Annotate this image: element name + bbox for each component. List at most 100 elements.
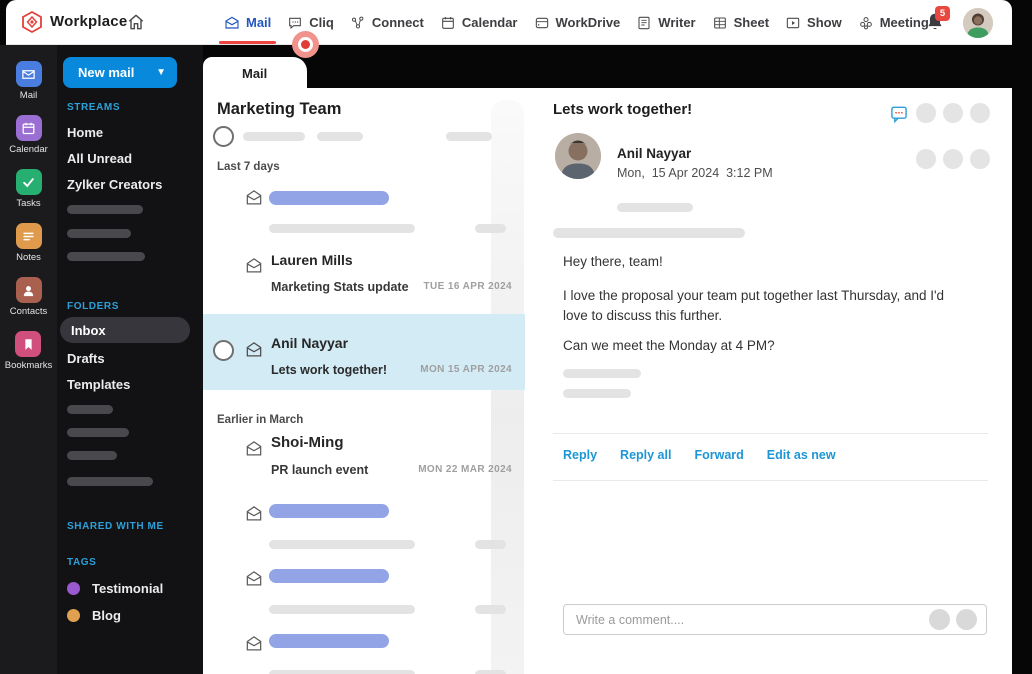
- skeleton-bar: [553, 228, 745, 238]
- toolbar-icon-placeholder[interactable]: [970, 103, 990, 123]
- cliq-icon: [289, 17, 302, 29]
- forward-link[interactable]: Forward: [694, 448, 743, 462]
- bookmarks-app-icon: [15, 331, 42, 357]
- email-datetime: Mon, 15 Apr 2024 3:12 PM: [617, 166, 773, 180]
- toolbar-icon-placeholder[interactable]: [943, 149, 963, 169]
- skeleton-bar: [563, 369, 641, 378]
- skeleton-bar: [67, 428, 129, 437]
- calendar-icon: [441, 16, 454, 29]
- sender-avatar: [555, 133, 601, 179]
- email-row-lauren-mills[interactable]: Lauren Mills Marketing Stats update TUE …: [203, 250, 525, 308]
- skeleton-email-row[interactable]: [203, 626, 525, 674]
- tag-testimonial[interactable]: Testimonial: [67, 581, 163, 596]
- rail-item-calendar[interactable]: Calendar: [9, 115, 48, 155]
- email-row-shoi-ming[interactable]: Shoi-Ming PR launch event MON 22 MAR 202…: [203, 432, 525, 490]
- envelope-icon: [246, 506, 262, 521]
- email-row-anil-nayyar-selected[interactable]: Anil Nayyar Lets work together! MON 15 A…: [203, 314, 525, 390]
- skeleton-bar: [475, 540, 506, 549]
- email-select-radio[interactable]: [213, 340, 234, 361]
- reply-link[interactable]: Reply: [563, 448, 597, 462]
- nav-item-writer[interactable]: Writer: [636, 0, 696, 45]
- mail-sidebar: New mail ▼ STREAMS Home All Unread Zylke…: [57, 45, 203, 674]
- envelope-icon: [246, 571, 262, 586]
- body-paragraph: Hey there, team!: [563, 254, 663, 269]
- folders-section-label: FOLDERS: [67, 301, 119, 312]
- tag-color-dot: [67, 609, 80, 622]
- new-mail-button[interactable]: New mail ▼: [63, 57, 177, 88]
- skeleton-bar: [269, 569, 389, 583]
- workdrive-icon: [535, 17, 548, 28]
- skeleton-email-row[interactable]: [203, 561, 525, 623]
- select-all-radio[interactable]: [213, 126, 234, 147]
- notifications-button[interactable]: 5: [924, 6, 950, 36]
- skeleton-bar: [269, 605, 415, 614]
- mail-tab[interactable]: Mail: [203, 57, 307, 89]
- chevron-down-icon[interactable]: ▼: [156, 67, 166, 78]
- skeleton-bar: [269, 540, 415, 549]
- top-bar: Workplace Mail Cliq Connect Calendar Wor…: [6, 0, 1012, 45]
- skeleton-bar: [475, 605, 506, 614]
- email-actions: Reply Reply all Forward Edit as new: [563, 448, 836, 462]
- mail-icon: [225, 16, 239, 29]
- skeleton-bar: [563, 389, 631, 398]
- body-paragraph: Can we meet the Monday at 4 PM?: [563, 338, 775, 353]
- nav-item-meeting[interactable]: Meeting: [858, 0, 929, 45]
- sidebar-item-all-unread[interactable]: All Unread: [67, 151, 132, 166]
- nav-item-workdrive[interactable]: WorkDrive: [534, 0, 620, 45]
- shared-section-label: SHARED WITH ME: [67, 521, 164, 532]
- nav-item-sheet[interactable]: Sheet: [712, 0, 769, 45]
- envelope-icon: [246, 190, 262, 205]
- sidebar-item-drafts[interactable]: Drafts: [67, 351, 105, 366]
- click-cursor-indicator: [292, 31, 319, 58]
- tag-blog[interactable]: Blog: [67, 608, 121, 623]
- mail-app-icon: [15, 61, 42, 87]
- comment-box: [563, 604, 987, 635]
- edit-as-new-link[interactable]: Edit as new: [767, 448, 836, 462]
- envelope-icon: [246, 441, 262, 456]
- skeleton-bar: [475, 670, 506, 674]
- rail-item-contacts[interactable]: Contacts: [10, 277, 47, 317]
- skeleton-bar: [67, 451, 117, 460]
- user-avatar[interactable]: [963, 8, 993, 38]
- rail-item-bookmarks[interactable]: Bookmarks: [5, 331, 52, 371]
- toolbar-icon-placeholder[interactable]: [943, 103, 963, 123]
- group-label-older: Earlier in March: [217, 414, 304, 426]
- sidebar-item-home[interactable]: Home: [67, 125, 103, 140]
- nav-item-show[interactable]: Show: [785, 0, 842, 45]
- app-rail: Mail Calendar Tasks Notes Contacts Bookm…: [0, 45, 57, 674]
- skeleton-email-row[interactable]: [203, 184, 525, 242]
- nav-item-calendar[interactable]: Calendar: [440, 0, 518, 45]
- skeleton-bar: [475, 224, 506, 233]
- rail-item-mail[interactable]: Mail: [15, 61, 42, 101]
- top-navigation: Mail Cliq Connect Calendar WorkDrive Wri…: [219, 0, 929, 45]
- group-label-recent: Last 7 days: [217, 161, 280, 173]
- skeleton-email-row[interactable]: [203, 496, 525, 558]
- skeleton-bar: [269, 634, 389, 648]
- envelope-icon: [246, 342, 262, 357]
- list-title: Marketing Team: [217, 100, 342, 118]
- email-list-panel: Marketing Team Last 7 days Lauren Mills …: [203, 88, 525, 674]
- sidebar-item-templates[interactable]: Templates: [67, 377, 130, 392]
- nav-item-mail[interactable]: Mail: [219, 0, 277, 45]
- toolbar-icon-placeholder[interactable]: [970, 149, 990, 169]
- active-tab-underline: [219, 41, 277, 44]
- toolbar-icon-placeholder[interactable]: [916, 149, 936, 169]
- sidebar-item-zylker-creators[interactable]: Zylker Creators: [67, 177, 162, 192]
- notes-app-icon: [15, 223, 42, 249]
- toolbar-icon-placeholder[interactable]: [916, 103, 936, 123]
- home-icon[interactable]: [126, 12, 146, 32]
- rail-item-notes[interactable]: Notes: [15, 223, 42, 263]
- nav-item-connect[interactable]: Connect: [350, 0, 424, 45]
- tasks-app-icon: [15, 169, 42, 195]
- sender-name: Anil Nayyar: [617, 146, 692, 161]
- comment-input[interactable]: [576, 605, 906, 634]
- comments-icon[interactable]: [889, 104, 909, 124]
- comment-action-icon[interactable]: [956, 609, 977, 630]
- show-icon: [786, 17, 800, 28]
- reply-all-link[interactable]: Reply all: [620, 448, 671, 462]
- sidebar-item-inbox-selected[interactable]: Inbox: [60, 317, 190, 343]
- skeleton-bar: [269, 670, 415, 674]
- streams-section-label: STREAMS: [67, 102, 121, 113]
- rail-item-tasks[interactable]: Tasks: [15, 169, 42, 209]
- comment-action-icon[interactable]: [929, 609, 950, 630]
